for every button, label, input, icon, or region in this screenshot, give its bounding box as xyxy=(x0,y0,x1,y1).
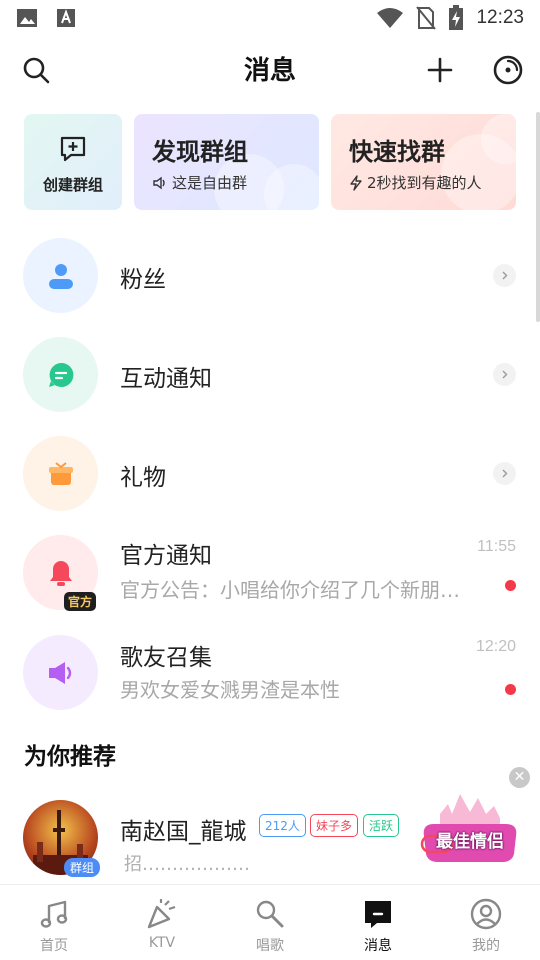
discover-groups-subtitle-row: 这是自由群 xyxy=(152,172,247,193)
fans-icon xyxy=(48,263,73,289)
tab-sing[interactable]: 唱歌 xyxy=(216,885,324,960)
scrollbar[interactable] xyxy=(536,112,540,322)
bottom-nav: 首页 KTV 唱歌 消息 我的 xyxy=(0,884,540,960)
list-item-interaction[interactable]: 互动通知 xyxy=(0,326,540,422)
create-group-card[interactable]: 创建群组 xyxy=(24,114,122,210)
list-item-name: 粉丝 xyxy=(120,267,166,293)
tab-ktv[interactable]: KTV xyxy=(108,885,216,960)
list-item-time: 12:20 xyxy=(475,638,516,655)
status-time: 12:23 xyxy=(476,7,524,28)
tab-label: 我的 xyxy=(472,938,500,954)
fast-find-group-title: 快速找群 xyxy=(349,138,445,166)
interaction-avatar xyxy=(23,337,98,412)
fast-find-group-subtitle-row: 2秒找到有趣的人 xyxy=(349,172,482,193)
group-description: 招……………… xyxy=(124,854,250,875)
discover-groups-title: 发现群组 xyxy=(152,138,248,166)
list-item-name: 歌友召集 xyxy=(120,645,212,671)
list-item-name: 互动通知 xyxy=(120,366,212,392)
fast-find-group-card[interactable]: 快速找群 2秒找到有趣的人 xyxy=(331,114,516,210)
text-a-icon xyxy=(57,9,75,27)
message-icon xyxy=(365,901,391,928)
list-item-name: 官方通知 xyxy=(120,543,212,569)
list-item-fans[interactable]: 粉丝 xyxy=(0,227,540,323)
tab-label: 消息 xyxy=(364,938,392,954)
recommend-title: 为你推荐 xyxy=(24,744,116,770)
profile-icon xyxy=(470,898,502,930)
gift-icon xyxy=(48,461,73,485)
group-name[interactable]: 南赵国_龍城 xyxy=(120,812,247,846)
active-pill: 活跃 xyxy=(363,814,400,837)
no-sim-icon xyxy=(416,6,437,30)
chat-plus-icon xyxy=(60,136,86,162)
plus-icon[interactable] xyxy=(424,54,456,86)
many-girls-pill: 妹子多 xyxy=(310,814,359,837)
chevron-right-icon xyxy=(493,363,516,386)
fast-find-group-subtitle: 2秒找到有趣的人 xyxy=(367,174,482,192)
discover-groups-card[interactable]: 发现群组 这是自由群 xyxy=(134,114,319,210)
list-item-name: 礼物 xyxy=(120,465,166,491)
unread-dot xyxy=(505,684,516,695)
battery-charging-icon xyxy=(449,5,464,30)
bell-icon xyxy=(49,560,72,586)
header: 消息 xyxy=(0,40,540,100)
tab-messages[interactable]: 消息 xyxy=(324,885,432,960)
megaphone-icon xyxy=(48,661,71,684)
song-friends-avatar xyxy=(23,635,98,710)
microphone-icon xyxy=(256,900,284,928)
list-item-time: 11:55 xyxy=(477,538,516,555)
list-item-preview: 官方公告：小唱给你介绍了几个新朋… xyxy=(120,578,460,602)
chevron-right-icon xyxy=(493,462,516,485)
image-icon xyxy=(17,9,37,27)
list-item-gift[interactable]: 礼物 xyxy=(0,425,540,521)
tab-label: KTV xyxy=(148,935,176,951)
party-popper-icon xyxy=(147,899,176,929)
create-group-label: 创建群组 xyxy=(42,176,103,194)
lightning-icon xyxy=(350,174,362,191)
group-tag: 群组 xyxy=(64,858,101,877)
close-icon[interactable]: ✕ xyxy=(509,767,530,788)
discover-groups-subtitle: 这是自由群 xyxy=(172,174,248,192)
interaction-icon xyxy=(48,362,73,387)
list-item-song-friends[interactable]: 歌友召集 12:20 男欢女爱女溅男渣是本性 xyxy=(0,624,540,720)
promo-text: 最佳情侣 xyxy=(436,832,504,852)
chevron-right-icon xyxy=(493,264,516,287)
fans-avatar xyxy=(23,238,98,313)
list-item-preview: 男欢女爱女溅男渣是本性 xyxy=(120,678,340,702)
music-disc-icon[interactable] xyxy=(490,52,526,88)
status-bar: 12:23 xyxy=(0,0,540,36)
music-note-icon xyxy=(40,900,68,928)
unread-dot xyxy=(505,580,516,591)
tab-label: 首页 xyxy=(40,938,68,954)
promo-banner[interactable]: 最佳情侣 xyxy=(420,784,520,866)
list-item-official-notice[interactable]: 官方 官方通知 11:55 官方公告：小唱给你介绍了几个新朋… xyxy=(0,524,540,620)
tab-home[interactable]: 首页 xyxy=(0,885,108,960)
member-count-pill: 212人 xyxy=(259,814,306,837)
speaker-icon xyxy=(153,176,165,189)
gift-avatar xyxy=(23,436,98,511)
wifi-icon xyxy=(377,8,404,28)
tab-profile[interactable]: 我的 xyxy=(432,885,540,960)
official-badge: 官方 xyxy=(64,592,97,611)
tab-label: 唱歌 xyxy=(256,938,284,954)
page-title: 消息 xyxy=(243,56,296,86)
